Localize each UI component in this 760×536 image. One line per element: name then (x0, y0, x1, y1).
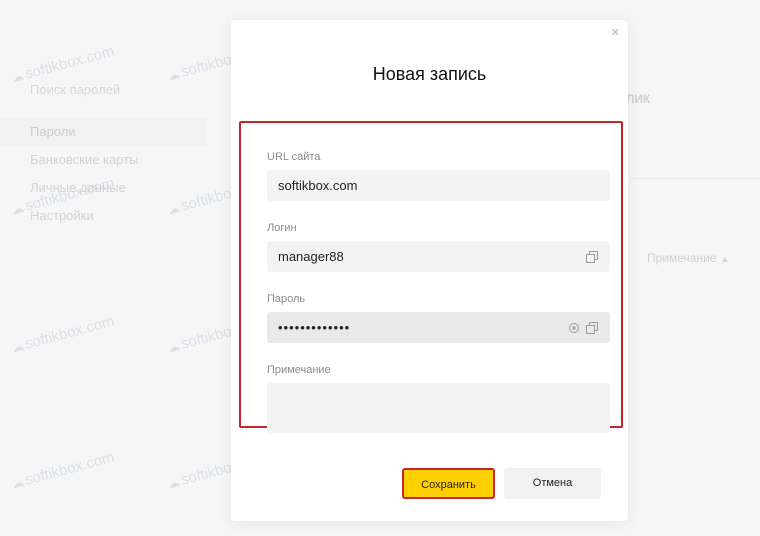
close-icon[interactable]: ✕ (611, 26, 620, 39)
eye-icon[interactable] (568, 322, 580, 334)
copy-icon[interactable] (586, 322, 598, 334)
save-button[interactable]: Сохранить (402, 468, 495, 499)
copy-icon[interactable] (586, 251, 598, 263)
url-field[interactable]: softikbox.com (267, 170, 610, 201)
login-label: Логин (267, 222, 297, 234)
note-label: Примечание (267, 364, 331, 376)
password-value: ••••••••••••• (278, 320, 351, 335)
url-label: URL сайта (267, 151, 321, 163)
password-field[interactable]: ••••••••••••• (267, 312, 610, 343)
note-field[interactable] (267, 383, 610, 433)
login-value: manager88 (278, 249, 344, 264)
password-label: Пароль (267, 293, 306, 305)
login-field[interactable]: manager88 (267, 241, 610, 272)
cancel-button[interactable]: Отмена (504, 468, 601, 499)
new-entry-dialog: ✕ Новая запись URL сайта softikbox.com Л… (231, 20, 628, 521)
dialog-title: Новая запись (372, 64, 487, 84)
form-highlight-frame: URL сайта softikbox.com Логин manager88 … (239, 121, 623, 433)
